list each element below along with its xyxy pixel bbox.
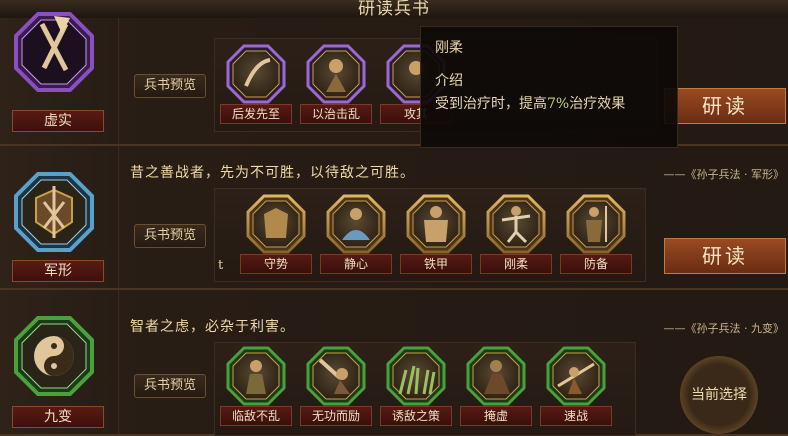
general-charge-icon	[306, 44, 366, 104]
skill-slot[interactable]: 静心	[316, 192, 396, 282]
iron-armor-icon	[406, 194, 466, 254]
tooltip-desc-highlight: 7%	[547, 96, 570, 112]
skill-tooltip: 刚柔 介绍 受到治疗时，提高7%治疗效果	[420, 26, 678, 148]
warrior-slash-icon	[226, 44, 286, 104]
crossed-spears-icon	[14, 12, 94, 92]
shadow-warrior-icon	[466, 346, 526, 406]
book-quote: 智者之虑，必杂于利害。	[130, 319, 295, 335]
current-selection-button[interactable]: 当前选择	[680, 356, 758, 434]
sword-raise-icon	[306, 346, 366, 406]
skill-label: 静心	[320, 254, 392, 274]
armor-icon	[246, 194, 306, 254]
skill-slot[interactable]: 刚柔	[476, 192, 556, 282]
book-quote: 昔之善战者，先为不可胜，以待敌之可胜。	[130, 165, 415, 181]
skill-label: 速战	[540, 406, 612, 426]
partial-text: t	[218, 258, 224, 273]
book-row-junxing[interactable]: 军形 昔之善战者，先为不可胜，以待敌之可胜。 ——《孙子兵法 · 军形》 兵书预…	[0, 146, 788, 290]
tooltip-desc-after: 治疗效果	[569, 96, 626, 112]
sword-shield-icon	[14, 172, 94, 252]
charging-spearman-icon	[546, 346, 606, 406]
preview-button[interactable]: 兵书预览	[134, 224, 206, 248]
preview-button[interactable]: 兵书预览	[134, 74, 206, 98]
tooltip-description: 受到治疗时，提高7%治疗效果	[435, 93, 671, 116]
yin-yang-icon	[14, 316, 94, 396]
book-name: 虚实	[12, 110, 104, 132]
preview-button[interactable]: 兵书预览	[134, 374, 206, 398]
skill-label: 诱敌之策	[380, 406, 452, 426]
skill-slot[interactable]: 铁甲	[396, 192, 476, 282]
skill-slot[interactable]: 诱敌之策	[376, 344, 456, 434]
skill-slot[interactable]: 守势	[236, 192, 316, 282]
book-row-jiubian[interactable]: 九变 智者之虑，必杂于利害。 ——《孙子兵法 · 九变》 兵书预览 临敌不乱 无…	[0, 290, 788, 436]
book-name: 军形	[12, 260, 104, 282]
guard-soldier-icon	[566, 194, 626, 254]
skill-label: 后发先至	[220, 104, 292, 124]
skill-label: 无功而励	[300, 406, 372, 426]
skill-label: 防备	[560, 254, 632, 274]
skill-label: 铁甲	[400, 254, 472, 274]
skill-label: 以治击乱	[300, 104, 372, 124]
book-source: ——《孙子兵法 · 九变》	[663, 322, 785, 335]
skill-slot[interactable]: 防备	[556, 192, 636, 282]
skill-slot[interactable]: 临敌不乱	[216, 344, 296, 434]
page-title: 研读兵书	[358, 0, 430, 19]
study-button[interactable]: 研读	[664, 88, 786, 124]
skill-slot[interactable]: 以治击乱	[296, 42, 376, 132]
meditating-monk-icon	[326, 194, 386, 254]
tooltip-title: 刚柔	[435, 40, 463, 56]
title-bar: 研读兵书	[0, 0, 788, 19]
skill-label: 临敌不乱	[220, 406, 292, 426]
study-button[interactable]: 研读	[664, 238, 786, 274]
skill-slot[interactable]: 速战	[536, 344, 616, 434]
ambush-grass-icon	[386, 346, 446, 406]
tooltip-section: 介绍	[435, 73, 463, 89]
skill-slot[interactable]: 掩虚	[456, 344, 536, 434]
current-selection-label: 当前选择	[691, 387, 747, 403]
book-name: 九变	[12, 406, 104, 428]
skill-slot[interactable]: 后发先至	[216, 42, 296, 132]
book-source: ——《孙子兵法 · 军形》	[663, 168, 785, 181]
skill-slot[interactable]: 无功而励	[296, 344, 376, 434]
skill-label: 刚柔	[480, 254, 552, 274]
skill-label: 守势	[240, 254, 312, 274]
tooltip-desc-before: 受到治疗时，提高	[435, 96, 547, 112]
skill-label: 掩虚	[460, 406, 532, 426]
calm-warrior-icon	[226, 346, 286, 406]
martial-stance-icon	[486, 194, 546, 254]
